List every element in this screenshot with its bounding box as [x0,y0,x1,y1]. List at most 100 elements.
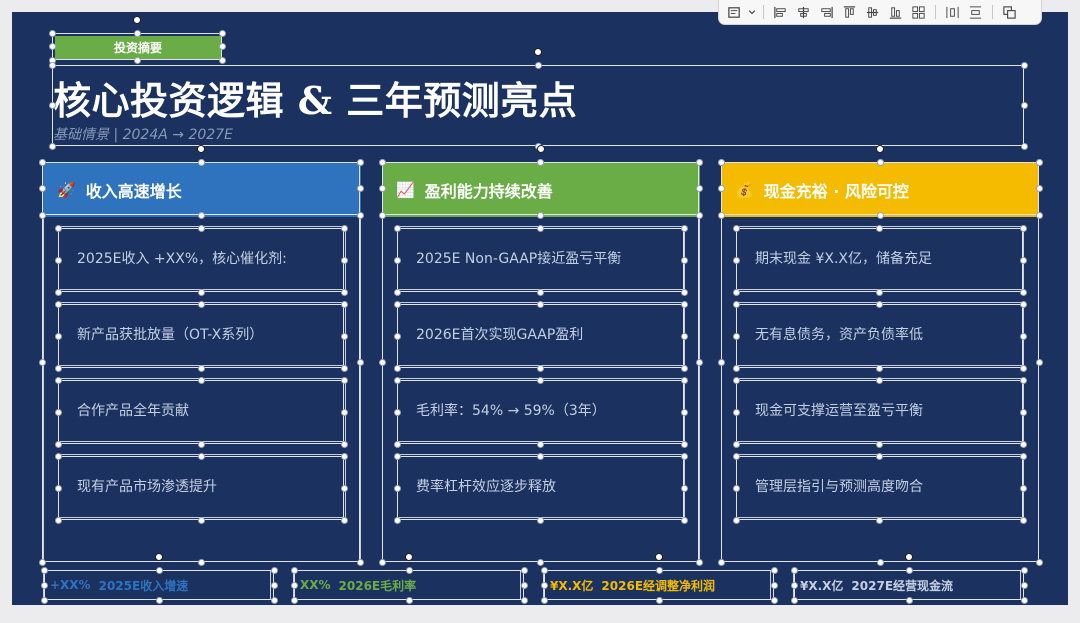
resize-handle[interactable] [537,158,544,166]
resize-handle[interactable] [54,332,62,340]
resize-handle[interactable] [732,224,740,232]
resize-handle[interactable] [905,596,913,604]
resize-handle[interactable] [133,29,141,37]
list-item[interactable]: 毛利率：54% → 59%（3年） [397,378,685,442]
resize-handle[interactable] [876,376,883,384]
card-header[interactable]: 🚀 收入高速增长 [43,162,361,217]
resize-handle[interactable] [48,142,56,150]
resize-handle[interactable] [717,185,725,192]
resize-handle[interactable] [680,256,688,264]
resize-handle[interactable] [1035,158,1043,166]
resize-handle[interactable] [1019,224,1027,232]
resize-handle[interactable] [680,364,688,372]
resize-handle[interactable] [1020,142,1028,150]
rotate-handle-icon[interactable] [536,145,545,153]
rotate-handle-icon[interactable] [905,553,913,561]
list-item[interactable]: 期末现金 ¥X.X亿，储备充足 [736,226,1024,290]
section-tag[interactable]: 投资摘要 [55,36,221,59]
resize-handle[interactable] [770,566,778,574]
resize-handle[interactable] [717,158,725,166]
resize-handle[interactable] [290,566,298,574]
resize-handle[interactable] [197,300,205,308]
resize-handle[interactable] [270,566,278,574]
resize-handle[interactable] [218,29,226,37]
resize-handle[interactable] [393,452,401,460]
resize-handle[interactable] [40,596,48,604]
rotate-handle-icon[interactable] [405,553,413,561]
resize-handle[interactable] [1019,256,1027,264]
resize-handle[interactable] [38,358,46,366]
resize-handle[interactable] [680,376,688,384]
resize-handle[interactable] [537,364,544,372]
resize-handle[interactable] [1035,558,1043,566]
resize-handle[interactable] [537,376,544,384]
resize-handle[interactable] [680,516,688,524]
resize-handle[interactable] [1019,484,1027,492]
metric-adjusted-profit[interactable]: ¥X.X亿 2026E经调整净利润 [543,570,771,600]
resize-handle[interactable] [680,288,688,296]
resize-handle[interactable] [790,566,798,574]
resize-handle[interactable] [876,452,883,460]
resize-handle[interactable] [695,211,703,219]
resize-handle[interactable] [340,484,348,492]
distribute-horizontal-icon[interactable] [943,3,962,22]
resize-handle[interactable] [680,408,688,416]
resize-handle[interactable] [534,61,542,69]
resize-handle[interactable] [54,440,62,448]
resize-handle[interactable] [790,596,798,604]
resize-handle[interactable] [1019,408,1027,416]
align-middle-icon[interactable] [863,3,882,22]
resize-handle[interactable] [340,256,348,264]
resize-handle[interactable] [340,440,348,448]
resize-handle[interactable] [732,376,740,384]
resize-handle[interactable] [197,376,205,384]
resize-handle[interactable] [393,288,401,296]
resize-handle[interactable] [54,376,62,384]
resize-handle[interactable] [876,300,883,308]
resize-handle[interactable] [770,596,778,604]
resize-handle[interactable] [40,566,48,574]
resize-handle[interactable] [48,29,56,37]
resize-handle[interactable] [197,558,205,566]
resize-handle[interactable] [876,364,883,372]
resize-handle[interactable] [732,408,740,416]
resize-handle[interactable] [54,452,62,460]
resize-handle[interactable] [54,300,62,308]
format-icon[interactable] [725,3,744,22]
resize-handle[interactable] [218,56,226,64]
resize-handle[interactable] [732,332,740,340]
resize-handle[interactable] [717,358,725,366]
list-item[interactable]: 现有产品市场渗透提升 [58,454,346,518]
resize-handle[interactable] [197,288,205,296]
list-item[interactable]: 现金可支撑运营至盈亏平衡 [736,378,1024,442]
resize-handle[interactable] [537,288,544,296]
resize-handle[interactable] [393,300,401,308]
distribute-vertical-icon[interactable] [966,3,985,22]
resize-handle[interactable] [54,516,62,524]
align-center-icon[interactable] [794,3,813,22]
resize-handle[interactable] [197,211,205,219]
resize-handle[interactable] [405,596,413,604]
resize-handle[interactable] [393,364,401,372]
resize-handle[interactable] [340,300,348,308]
list-item[interactable]: 费率杠杆效应逐步释放 [397,454,685,518]
resize-handle[interactable] [717,558,725,566]
resize-handle[interactable] [732,452,740,460]
resize-handle[interactable] [356,211,364,219]
resize-handle[interactable] [40,581,48,589]
resize-handle[interactable] [356,185,364,192]
resize-handle[interactable] [340,516,348,524]
resize-handle[interactable] [680,484,688,492]
resize-handle[interactable] [732,440,740,448]
slide-subtitle[interactable]: 基础情景 | 2024A → 2027E [53,124,233,144]
resize-handle[interactable] [695,185,703,192]
resize-handle[interactable] [197,364,205,372]
resize-handle[interactable] [680,440,688,448]
resize-handle[interactable] [48,61,56,69]
resize-handle[interactable] [732,484,740,492]
rotate-handle-icon[interactable] [197,145,205,153]
list-item[interactable]: 2025E Non-GAAP接近盈亏平衡 [397,226,685,290]
resize-handle[interactable] [197,158,205,166]
resize-handle[interactable] [520,566,528,574]
resize-handle[interactable] [537,558,544,566]
